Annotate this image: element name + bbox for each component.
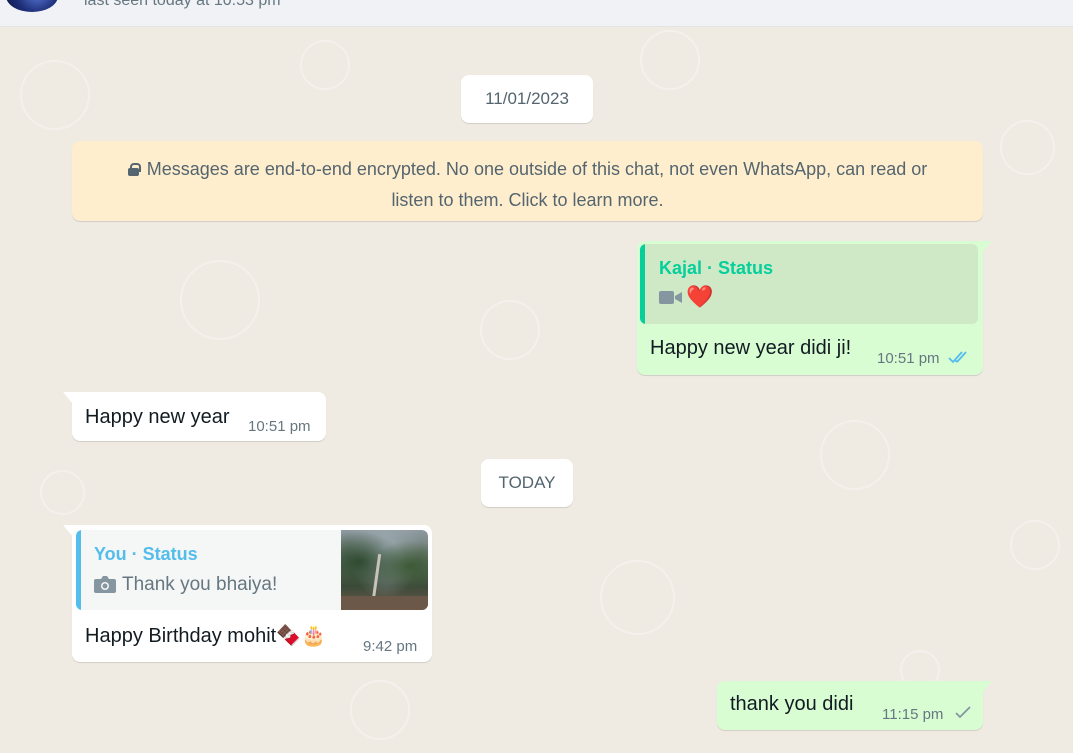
- message-time: 11:15 pm: [882, 706, 944, 723]
- message-time: 10:51 pm: [877, 350, 940, 367]
- quote-title: You · Status: [94, 544, 198, 564]
- chat-header[interactable]: last seen today at 10:53 pm: [0, 0, 1073, 27]
- message-time: 9:42 pm: [363, 638, 418, 655]
- message-text: thank you didi: [730, 693, 854, 715]
- message-text: Happy new year didi ji!: [650, 337, 852, 359]
- contact-avatar[interactable]: [6, 0, 58, 12]
- message-bubble-incoming[interactable]: You · Status Thank you bhaiya! Happy Bir…: [63, 525, 432, 662]
- status-thumbnail[interactable]: [341, 530, 428, 610]
- camera-icon: [94, 575, 116, 598]
- date-label: TODAY: [498, 473, 556, 492]
- quote-accent-bar: [76, 530, 81, 610]
- quote-title: Kajal · Status: [659, 258, 774, 278]
- message-text: Happy new year: [85, 406, 230, 428]
- message-bubble-incoming[interactable]: Happy new year 10:51 pm: [63, 392, 326, 441]
- quoted-status[interactable]: You · Status Thank you bhaiya!: [76, 530, 428, 610]
- video-camera-icon: [659, 288, 683, 311]
- encryption-notice[interactable]: Messages are end-to-end encrypted. No on…: [72, 141, 983, 221]
- single-check-icon: [954, 704, 972, 725]
- date-separator: 11/01/2023: [461, 75, 593, 123]
- message-bubble-outgoing[interactable]: thank you didi 11:15 pm: [717, 681, 992, 730]
- date-label: 11/01/2023: [485, 89, 569, 108]
- last-seen-text: last seen today at 10:53 pm: [84, 0, 281, 9]
- quote-text: Thank you bhaiya!: [122, 574, 278, 595]
- encryption-notice-text: Messages are end-to-end encrypted. No on…: [146, 159, 928, 210]
- message-bubble-outgoing[interactable]: Kajal · Status ❤️ Happy new year didi ji…: [637, 241, 992, 375]
- message-time: 10:51 pm: [248, 418, 311, 435]
- quote-accent-bar: [640, 244, 645, 324]
- lock-icon: [127, 163, 141, 176]
- quoted-status[interactable]: Kajal · Status ❤️: [640, 244, 978, 324]
- double-check-icon: [948, 349, 972, 370]
- message-text: Happy Birthday mohit🍫🎂: [85, 625, 327, 647]
- date-separator: TODAY: [481, 459, 573, 507]
- quote-emoji: ❤️: [686, 284, 714, 309]
